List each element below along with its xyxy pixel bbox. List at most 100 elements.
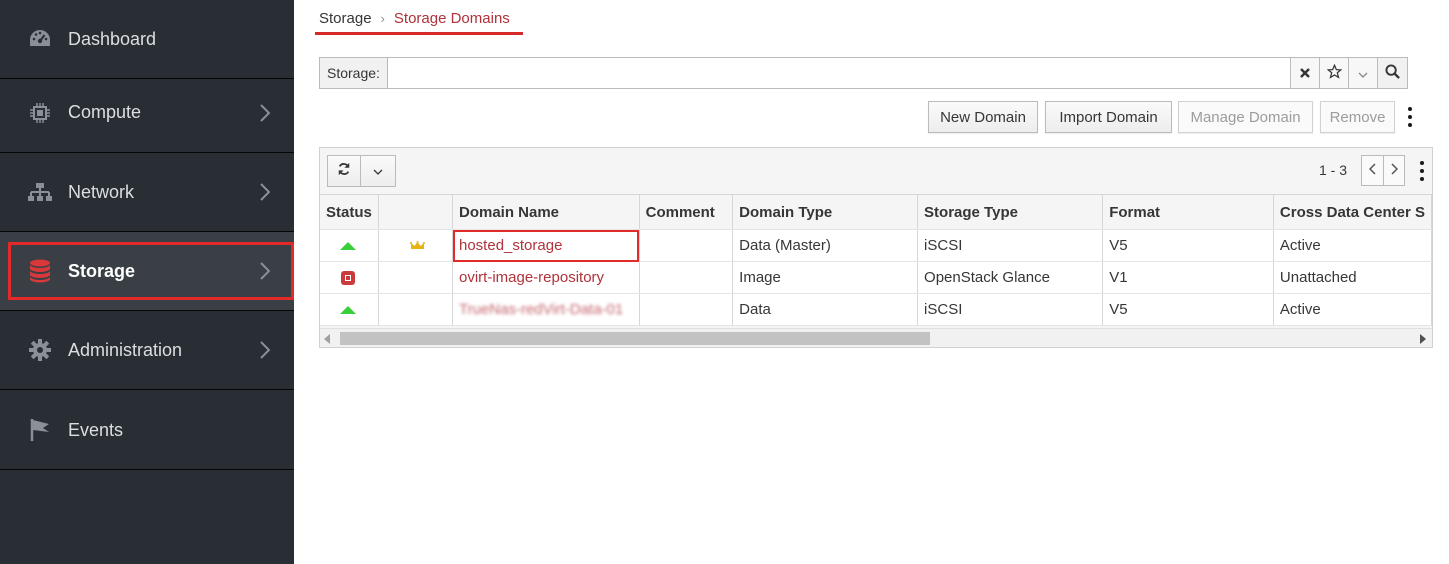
- chevron-down-icon: [1358, 66, 1368, 81]
- bookmark-button[interactable]: [1319, 58, 1348, 88]
- more-actions-kebab-icon[interactable]: [1407, 107, 1413, 127]
- app-window: Dashboard Compute Network Storage Admini…: [0, 0, 1449, 564]
- domain-name-link[interactable]: hosted_storage: [452, 229, 640, 262]
- column-header-domain-type[interactable]: Domain Type: [732, 194, 919, 230]
- breadcrumb: Storage › Storage Domains: [319, 10, 510, 27]
- chevron-left-icon: [1368, 163, 1376, 178]
- sidebar-item-administration[interactable]: Administration: [0, 311, 294, 390]
- status-up-icon: [340, 241, 356, 250]
- status-cell: [320, 229, 379, 262]
- master-cell: [378, 293, 454, 326]
- network-icon: [28, 180, 52, 204]
- remove-button[interactable]: Remove: [1320, 101, 1395, 133]
- master-cell: [378, 261, 454, 294]
- scroll-right-arrow-icon[interactable]: [1420, 334, 1426, 344]
- sidebar-item-compute[interactable]: Compute: [0, 73, 294, 153]
- master-cell: [378, 229, 454, 262]
- search-bar: Storage:: [319, 57, 1408, 89]
- sidebar-item-events[interactable]: Events: [0, 391, 294, 470]
- column-header-storage-type[interactable]: Storage Type: [917, 194, 1104, 230]
- status-cell: [320, 293, 379, 326]
- format-cell: V1: [1102, 261, 1274, 294]
- chevron-right-icon: [255, 338, 275, 362]
- flag-icon: [28, 418, 52, 442]
- table-header-row: Status Domain Name Comment Domain Type S…: [320, 194, 1433, 230]
- star-icon: [1326, 63, 1342, 82]
- breadcrumb-current: Storage Domains: [393, 10, 510, 27]
- sidebar-item-label: Compute: [68, 102, 142, 122]
- breadcrumb-separator: ›: [380, 11, 385, 26]
- column-header-cross-dc-status[interactable]: Cross Data Center S: [1273, 194, 1433, 230]
- storage-domains-grid: 1 - 3 Status Domain Name Comment Domain …: [319, 147, 1433, 348]
- refresh-icon: [337, 162, 351, 181]
- search-dropdown-button[interactable]: [1348, 58, 1377, 88]
- refresh-button[interactable]: [328, 156, 360, 186]
- format-cell: V5: [1102, 229, 1274, 262]
- domain-name-link[interactable]: ovirt-image-repository: [452, 261, 640, 294]
- breadcrumb-parent[interactable]: Storage: [319, 10, 372, 27]
- sidebar-item-network[interactable]: Network: [0, 153, 294, 232]
- breadcrumb-highlight: [315, 32, 523, 35]
- manage-domain-button[interactable]: Manage Domain: [1178, 101, 1313, 133]
- unattached-status-icon: [341, 270, 355, 285]
- main-content: Storage › Storage Domains Storage: New D…: [294, 0, 1449, 564]
- next-page-button[interactable]: [1383, 156, 1404, 185]
- chevron-right-icon: [255, 101, 275, 125]
- crown-icon: [409, 238, 425, 253]
- domain-type-cell: Data (Master): [732, 229, 919, 262]
- storage-type-cell: iSCSI: [917, 293, 1104, 326]
- status-cell: [320, 261, 379, 294]
- sidebar-item-label: Network: [68, 181, 135, 202]
- chevron-right-icon: [255, 259, 275, 283]
- table-row[interactable]: hosted_storage Data (Master) iSCSI V5 Ac…: [320, 229, 1433, 262]
- sidebar-item-label: Storage: [68, 260, 136, 281]
- search-input[interactable]: [387, 58, 1290, 88]
- storage-type-cell: iSCSI: [917, 229, 1104, 262]
- cross-dc-status-cell: Active: [1273, 229, 1433, 262]
- gear-icon: [28, 338, 52, 362]
- column-header-comment[interactable]: Comment: [639, 194, 734, 230]
- refresh-options-button[interactable]: [360, 156, 395, 186]
- paging-summary: 1 - 3: [1319, 162, 1348, 178]
- sidebar-item-label: Dashboard: [68, 28, 157, 49]
- chevron-right-icon: [1390, 163, 1398, 178]
- sidebar: Dashboard Compute Network Storage Admini…: [0, 0, 294, 564]
- previous-page-button[interactable]: [1362, 156, 1383, 185]
- horizontal-scrollbar[interactable]: [320, 328, 1432, 347]
- chevron-down-icon: [373, 162, 383, 180]
- column-header-domain-name[interactable]: Domain Name: [452, 194, 640, 230]
- column-header-format[interactable]: Format: [1102, 194, 1274, 230]
- comment-cell: [639, 293, 734, 326]
- import-domain-button[interactable]: Import Domain: [1045, 101, 1172, 133]
- domain-type-cell: Data: [732, 293, 919, 326]
- scrollbar-thumb[interactable]: [340, 332, 930, 345]
- search-prefix-label: Storage:: [320, 58, 388, 88]
- pagination-buttons: [1361, 155, 1405, 186]
- domain-name-link[interactable]: TrueNas-redVirt-Data-01: [452, 293, 640, 326]
- table-row[interactable]: TrueNas-redVirt-Data-01 Data iSCSI V5 Ac…: [320, 293, 1433, 326]
- domain-type-cell: Image: [732, 261, 919, 294]
- grid-toolbar: 1 - 3: [320, 148, 1432, 194]
- sidebar-item-label: Administration: [68, 339, 183, 360]
- storage-domains-table: Status Domain Name Comment Domain Type S…: [320, 194, 1433, 326]
- storage-type-cell: OpenStack Glance: [917, 261, 1104, 294]
- column-header-status[interactable]: Status: [320, 194, 379, 230]
- sidebar-item-storage[interactable]: Storage: [0, 232, 294, 311]
- scroll-left-arrow-icon[interactable]: [324, 334, 330, 344]
- chevron-right-icon: [255, 180, 275, 204]
- chip-icon: [28, 101, 52, 125]
- new-domain-button[interactable]: New Domain: [928, 101, 1038, 133]
- format-cell: V5: [1102, 293, 1274, 326]
- comment-cell: [639, 261, 734, 294]
- cross-dc-status-cell: Active: [1273, 293, 1433, 326]
- database-icon: [28, 259, 52, 283]
- search-button[interactable]: [1377, 58, 1407, 88]
- table-row[interactable]: ovirt-image-repository Image OpenStack G…: [320, 261, 1433, 294]
- sidebar-item-dashboard[interactable]: Dashboard: [0, 0, 294, 79]
- domain-name-text: TrueNas-redVirt-Data-01: [459, 301, 624, 318]
- clear-search-button[interactable]: [1290, 58, 1319, 88]
- refresh-button-group: [327, 155, 396, 187]
- close-icon: [1300, 66, 1310, 81]
- cross-dc-status-cell: Unattached: [1273, 261, 1433, 294]
- grid-options-kebab-icon[interactable]: [1419, 161, 1425, 181]
